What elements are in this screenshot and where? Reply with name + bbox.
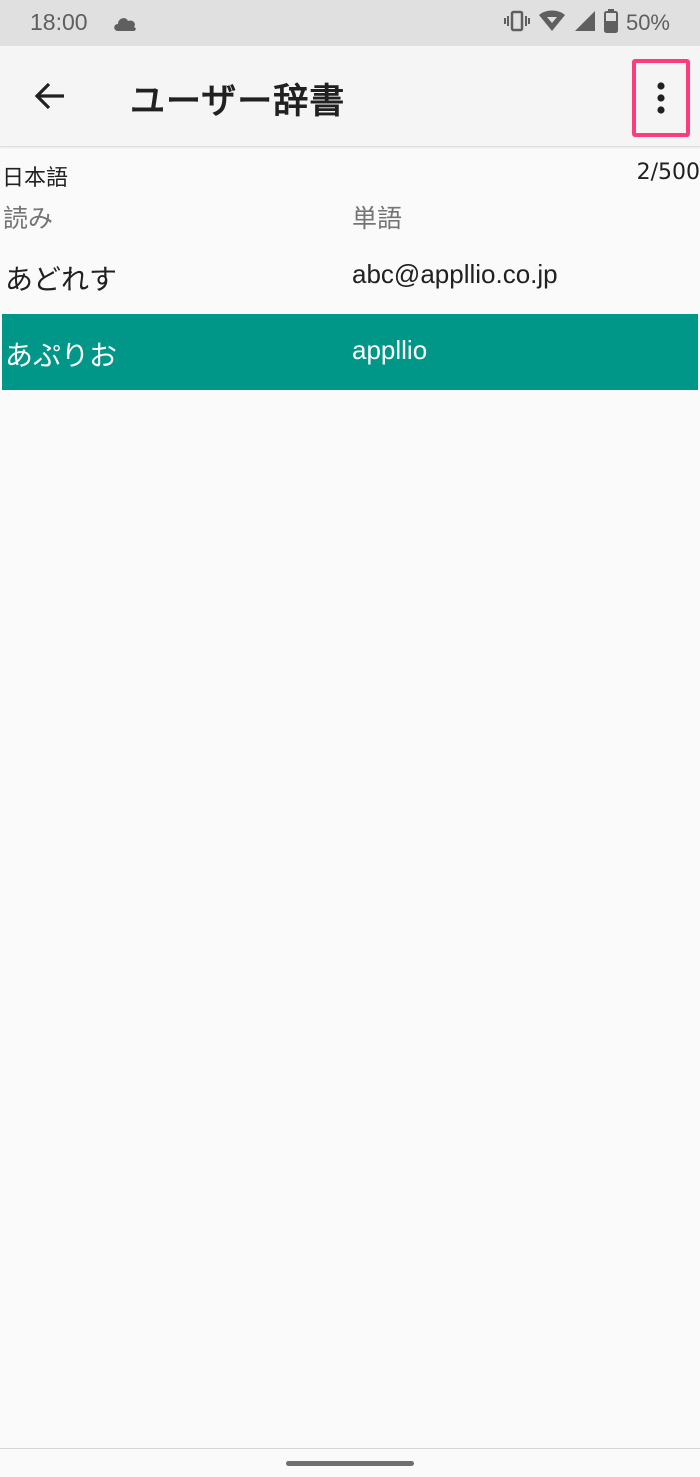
cloud-icon <box>112 14 138 36</box>
status-bar: 18:00 50% <box>0 0 700 46</box>
language-label: 日本語 <box>2 166 69 191</box>
dictionary-entry[interactable]: あどれす abc@appllio.co.jp <box>2 238 698 314</box>
entry-count: 2/500 <box>636 160 700 185</box>
arrow-left-icon <box>34 82 64 110</box>
entry-word: appllio <box>352 335 428 365</box>
status-time: 18:00 <box>30 9 88 35</box>
wifi-icon <box>538 10 566 36</box>
page-title: ユーザー辞書 <box>130 82 346 122</box>
vibrate-icon <box>503 10 530 36</box>
more-options-button[interactable] <box>632 59 690 137</box>
battery-percent: 50% <box>625 10 670 35</box>
entry-reading: あぷりお <box>5 339 118 372</box>
entry-reading: あどれす <box>5 263 118 296</box>
cell-signal-icon <box>574 10 596 36</box>
entry-word: abc@appllio.co.jp <box>352 259 558 289</box>
nav-divider <box>0 1448 700 1449</box>
column-header-word: 単語 <box>352 204 403 233</box>
battery-icon <box>603 9 618 37</box>
dictionary-entry-selected[interactable]: あぷりお appllio <box>2 314 698 390</box>
more-vert-icon <box>657 82 665 114</box>
column-header-reading: 読み <box>3 204 54 233</box>
back-button[interactable] <box>26 72 74 120</box>
gesture-handle[interactable] <box>286 1461 414 1466</box>
app-bar: ユーザー辞書 <box>0 46 700 147</box>
status-icons: 50% <box>503 8 670 38</box>
